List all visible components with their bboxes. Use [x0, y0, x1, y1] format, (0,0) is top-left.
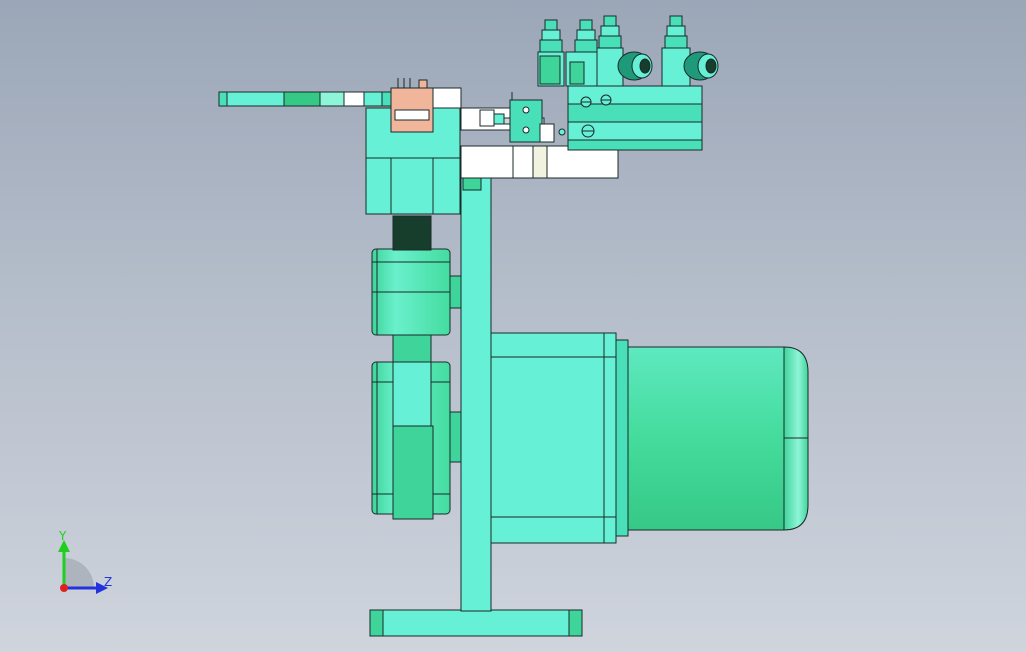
base-foot: [369, 609, 583, 637]
electric-motor: [490, 332, 809, 544]
axis-triad: [58, 540, 108, 594]
y-axis-label: Y: [59, 529, 67, 543]
horizontal-rail: [218, 91, 393, 107]
upper-pulley-wheel: [371, 248, 462, 336]
cylinder-rod: [460, 99, 555, 143]
cad-viewport[interactable]: Y Z: [0, 0, 1026, 652]
air-fittings: [537, 15, 719, 87]
white-slide-block: [460, 145, 619, 179]
vertical-column: [460, 177, 492, 612]
z-axis-label: Z: [104, 575, 113, 589]
cad-model-view[interactable]: [0, 0, 1026, 652]
